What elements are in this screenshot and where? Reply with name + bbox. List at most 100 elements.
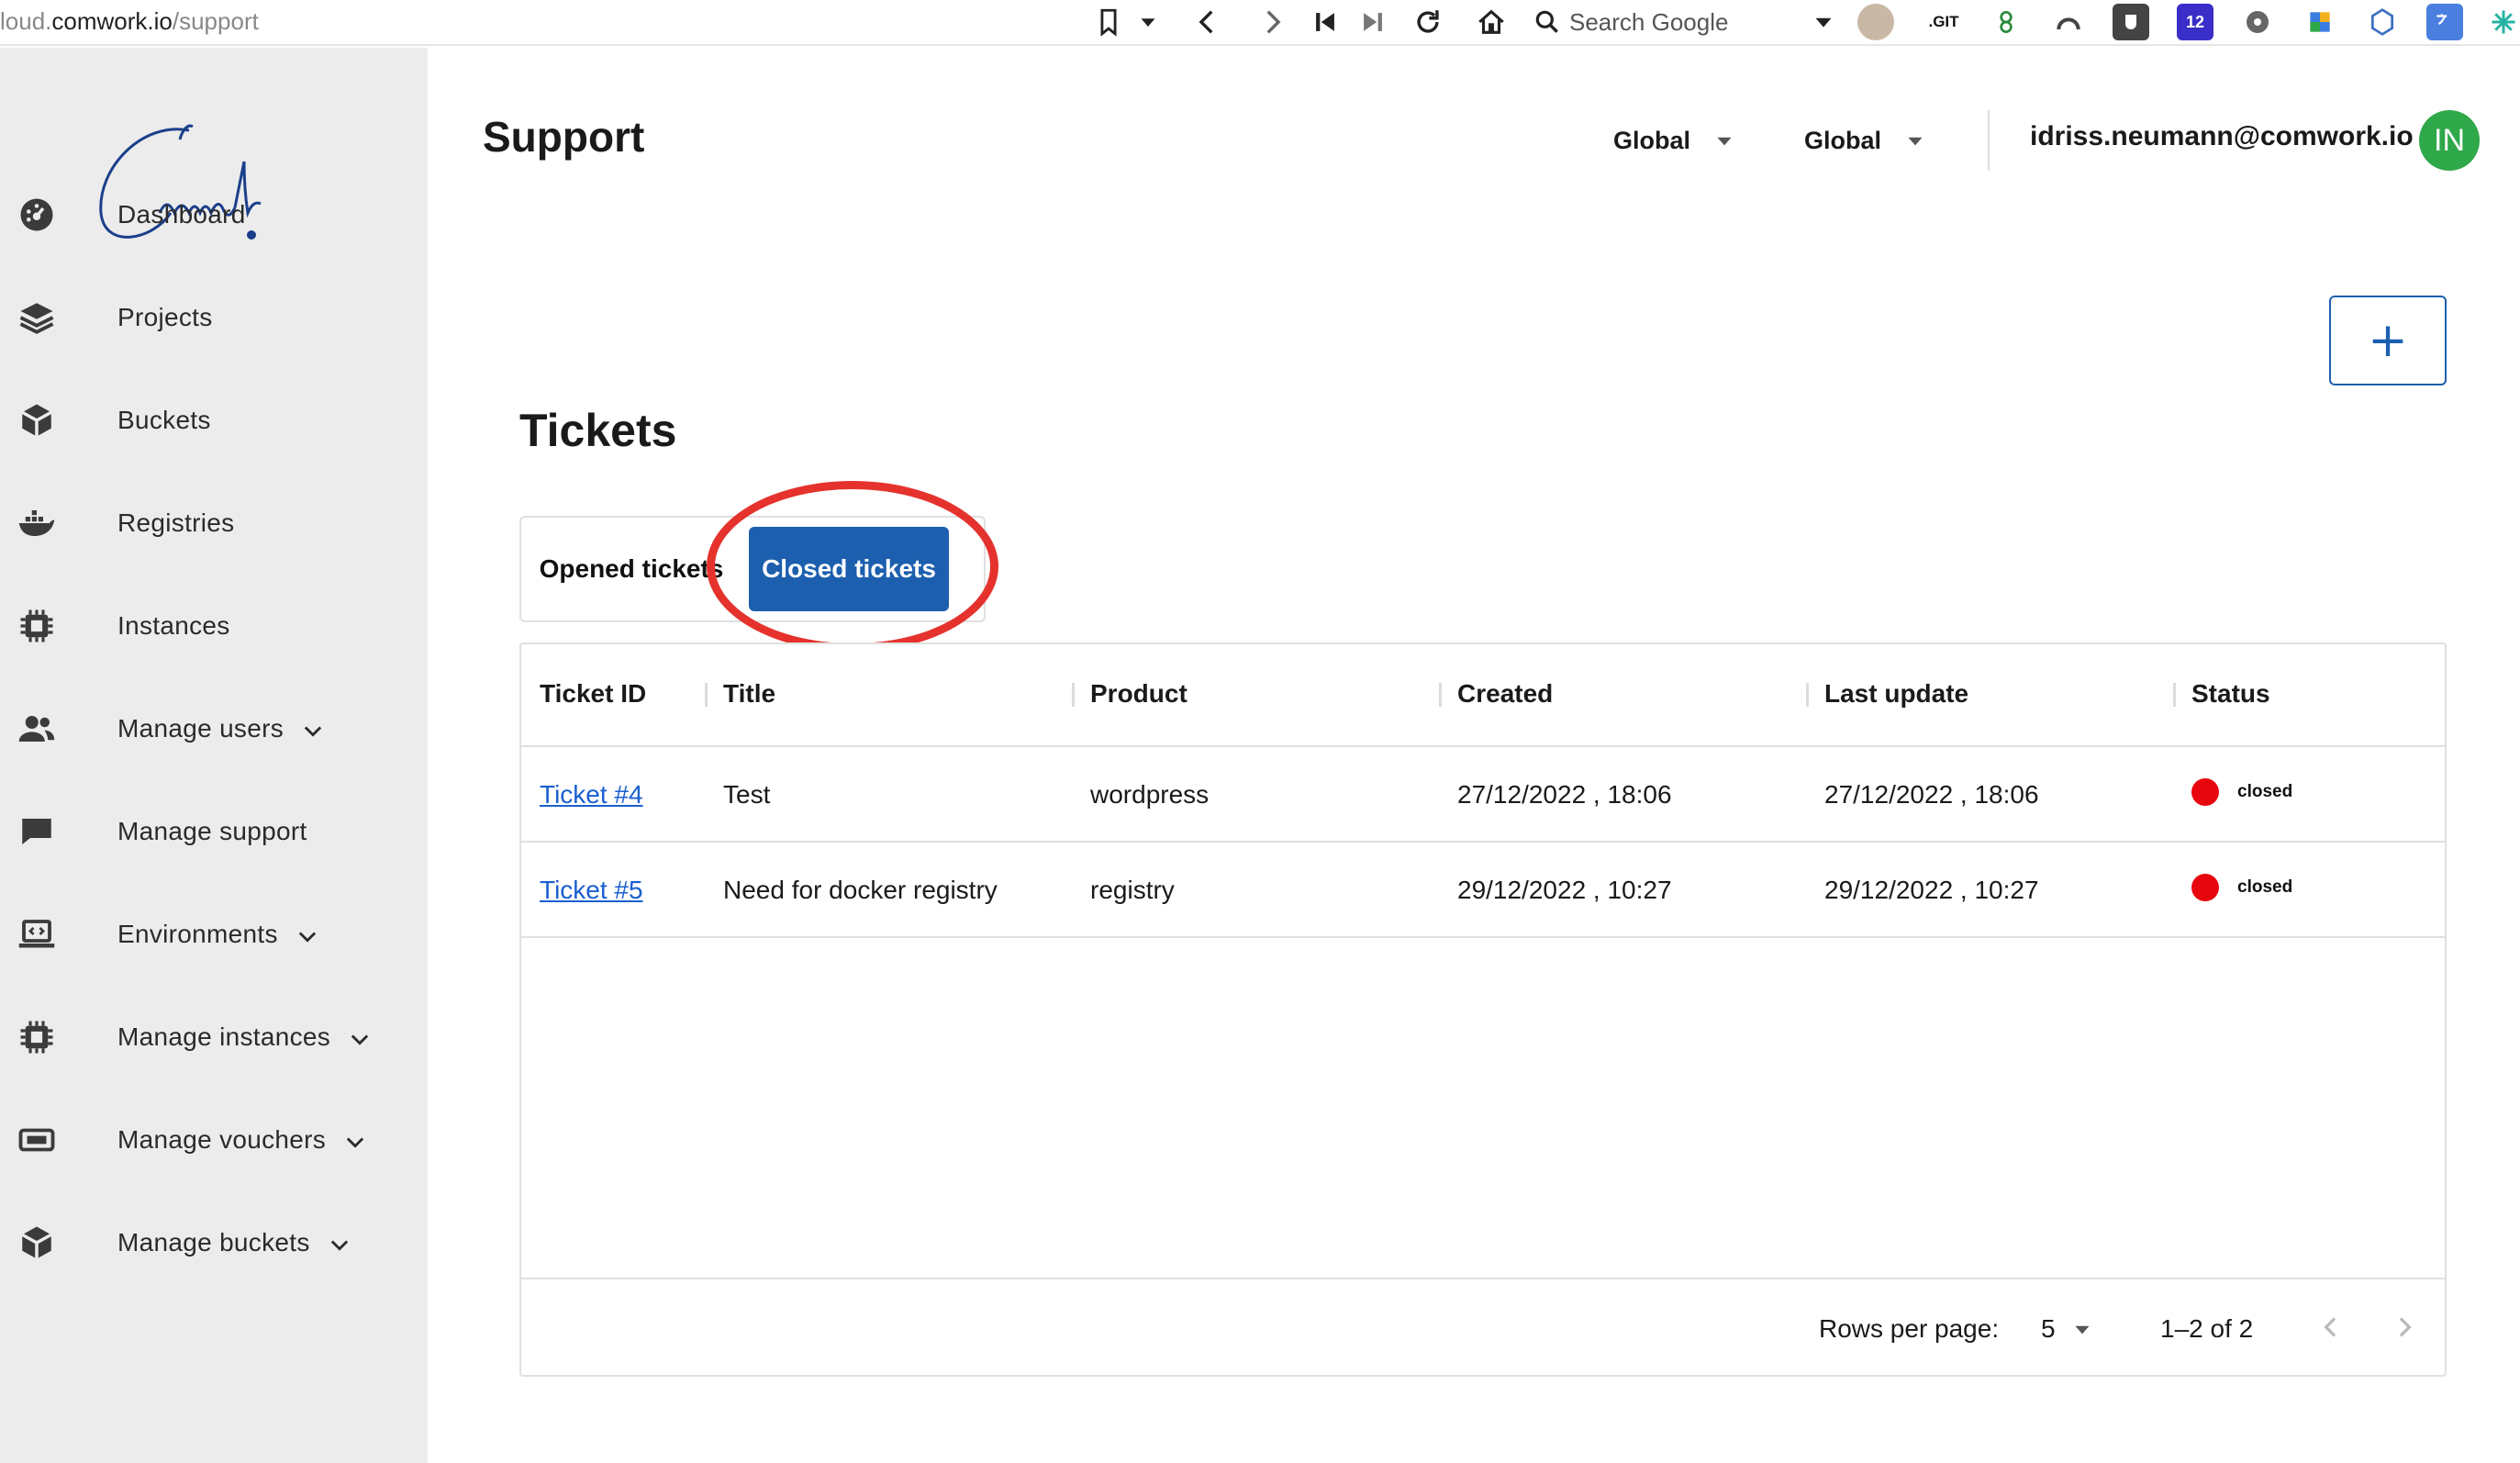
forward-icon[interactable]	[1254, 4, 1290, 40]
sidebar-item-manage-users[interactable]: Manage users	[0, 692, 428, 765]
git-extension-icon[interactable]: .GIT	[1925, 4, 1962, 40]
chevron-down-icon	[330, 1240, 348, 1251]
sidebar-item-dashboard[interactable]: Dashboard	[0, 178, 428, 251]
tab-opened-tickets[interactable]: Opened tickets	[521, 527, 742, 611]
user-email[interactable]: idriss.neumann@comwork.io	[2030, 121, 2414, 152]
column-separator[interactable]	[1072, 683, 1075, 707]
scope-selector-2[interactable]: Global	[1804, 121, 1927, 160]
previous-page-button[interactable]	[2311, 1307, 2351, 1347]
extension-icon-1[interactable]	[1988, 4, 2024, 40]
column-separator[interactable]	[705, 683, 708, 707]
column-separator[interactable]	[1439, 683, 1442, 707]
rows-per-page-select[interactable]: 5	[2041, 1314, 2094, 1344]
add-ticket-button[interactable]: +	[2329, 296, 2447, 385]
status-badge: closed	[2191, 778, 2292, 806]
cube-extension-icon[interactable]	[2302, 4, 2338, 40]
section-title: Tickets	[519, 405, 677, 456]
film-extension-icon[interactable]	[2239, 4, 2276, 40]
column-header-created[interactable]: Created	[1457, 679, 1553, 709]
table-pagination: Rows per page: 5 1–2 of 2	[521, 1278, 2445, 1377]
sidebar-item-environments[interactable]: Environments	[0, 898, 428, 971]
url-host: comwork.io	[51, 6, 173, 35]
sparkle-extension-icon[interactable]	[2485, 4, 2520, 40]
cube-icon	[15, 1221, 59, 1265]
sidebar: Dashboard Projects Buckets Registries In…	[0, 48, 428, 1463]
column-header-title[interactable]: Title	[723, 679, 775, 709]
scope-selector-1[interactable]: Global	[1613, 121, 1736, 160]
column-header-product[interactable]: Product	[1090, 679, 1188, 709]
plus-icon: +	[2368, 313, 2408, 368]
header-divider	[1988, 110, 1990, 171]
column-header-ticket-id[interactable]: Ticket ID	[540, 679, 646, 709]
chip-icon	[15, 604, 59, 648]
status-text: closed	[2237, 782, 2293, 801]
sidebar-item-label: Environments	[117, 920, 278, 948]
sidebar-item-buckets[interactable]: Buckets	[0, 384, 428, 457]
rows-per-page-label: Rows per page:	[1819, 1314, 2000, 1343]
ticket-tabs: Opened tickets Closed tickets	[519, 516, 986, 622]
skip-forward-icon[interactable]	[1356, 4, 1389, 40]
ticket-updated: 27/12/2022 , 18:06	[1824, 780, 2039, 809]
sidebar-item-label: Manage support	[117, 817, 307, 845]
sidebar-item-label: Manage vouchers	[117, 1125, 327, 1154]
ticket-updated: 29/12/2022 , 10:27	[1824, 876, 2039, 904]
ticket-link[interactable]: Ticket #4	[540, 780, 643, 809]
browser-toolbar: loud. comwork.io/support Search Google .G…	[0, 0, 2520, 46]
selector-value: Global	[1804, 126, 1882, 154]
sidebar-item-manage-buckets[interactable]: Manage buckets	[0, 1206, 428, 1279]
ticket-link[interactable]: Ticket #5	[540, 876, 643, 904]
chevron-right-icon	[2399, 1317, 2412, 1337]
caret-down-icon	[1908, 137, 1923, 146]
table-row[interactable]: Ticket #5 Need for docker registry regis…	[521, 843, 2445, 938]
table-row[interactable]: Ticket #4 Test wordpress 27/12/2022 , 18…	[521, 747, 2445, 843]
search-icon	[1535, 10, 1558, 33]
translate-extension-icon[interactable]	[2426, 4, 2463, 40]
address-bar[interactable]: loud. comwork.io/support	[0, 0, 1074, 42]
extension-badge-icon[interactable]: 12	[2177, 4, 2213, 40]
avatar[interactable]: IN	[2419, 110, 2480, 171]
sidebar-item-manage-instances[interactable]: Manage instances	[0, 1000, 428, 1074]
ticket-product: wordpress	[1090, 780, 1210, 809]
sidebar-item-instances[interactable]: Instances	[0, 589, 428, 663]
sidebar-item-label: Projects	[117, 303, 213, 331]
column-header-last-update[interactable]: Last update	[1824, 679, 1968, 709]
selector-value: Global	[1613, 126, 1691, 154]
status-dot	[2191, 778, 2219, 806]
dropdown-arrow-icon[interactable]	[1134, 4, 1162, 40]
search-engine-dropdown-icon[interactable]	[1808, 4, 1839, 40]
sidebar-item-label: Manage buckets	[117, 1228, 310, 1256]
shield-extension-icon[interactable]	[2113, 4, 2149, 40]
reload-icon[interactable]	[1410, 4, 1446, 40]
sidebar-item-label: Manage users	[117, 714, 284, 743]
profile-avatar-icon[interactable]	[1857, 4, 1894, 40]
chevron-down-icon	[346, 1137, 364, 1148]
sidebar-item-label: Registries	[117, 508, 235, 537]
home-icon[interactable]	[1472, 4, 1511, 40]
status-text: closed	[2237, 877, 2293, 897]
ticket-product: registry	[1090, 876, 1175, 904]
pagination-range: 1–2 of 2	[2160, 1314, 2254, 1343]
sidebar-item-manage-support[interactable]: Manage support	[0, 795, 428, 868]
column-header-status[interactable]: Status	[2191, 679, 2270, 709]
back-icon[interactable]	[1189, 4, 1226, 40]
column-separator[interactable]	[1806, 683, 1809, 707]
sidebar-item-registries[interactable]: Registries	[0, 486, 428, 560]
skip-back-icon[interactable]	[1309, 4, 1342, 40]
table-header: Ticket ID Title Product Created Last upd…	[521, 644, 2445, 747]
caret-down-icon	[2074, 1325, 2090, 1335]
caret-down-icon	[1717, 137, 1732, 146]
bookmark-icon[interactable]	[1092, 4, 1125, 40]
column-separator[interactable]	[2173, 683, 2176, 707]
extension-icon-2[interactable]	[2050, 4, 2087, 40]
sidebar-item-projects[interactable]: Projects	[0, 281, 428, 354]
tab-closed-tickets[interactable]: Closed tickets	[749, 527, 949, 611]
sidebar-item-label: Instances	[117, 611, 230, 640]
ticket-title: Test	[723, 780, 771, 809]
sidebar-item-manage-vouchers[interactable]: Manage vouchers	[0, 1103, 428, 1177]
next-page-button[interactable]	[2384, 1307, 2425, 1347]
hexagon-extension-icon[interactable]	[2364, 4, 2401, 40]
laptop-code-icon	[15, 912, 59, 956]
rows-per-page-value: 5	[2041, 1314, 2056, 1343]
search-input[interactable]: Search Google	[1533, 2, 1845, 42]
url-prefix: loud.	[0, 6, 52, 35]
